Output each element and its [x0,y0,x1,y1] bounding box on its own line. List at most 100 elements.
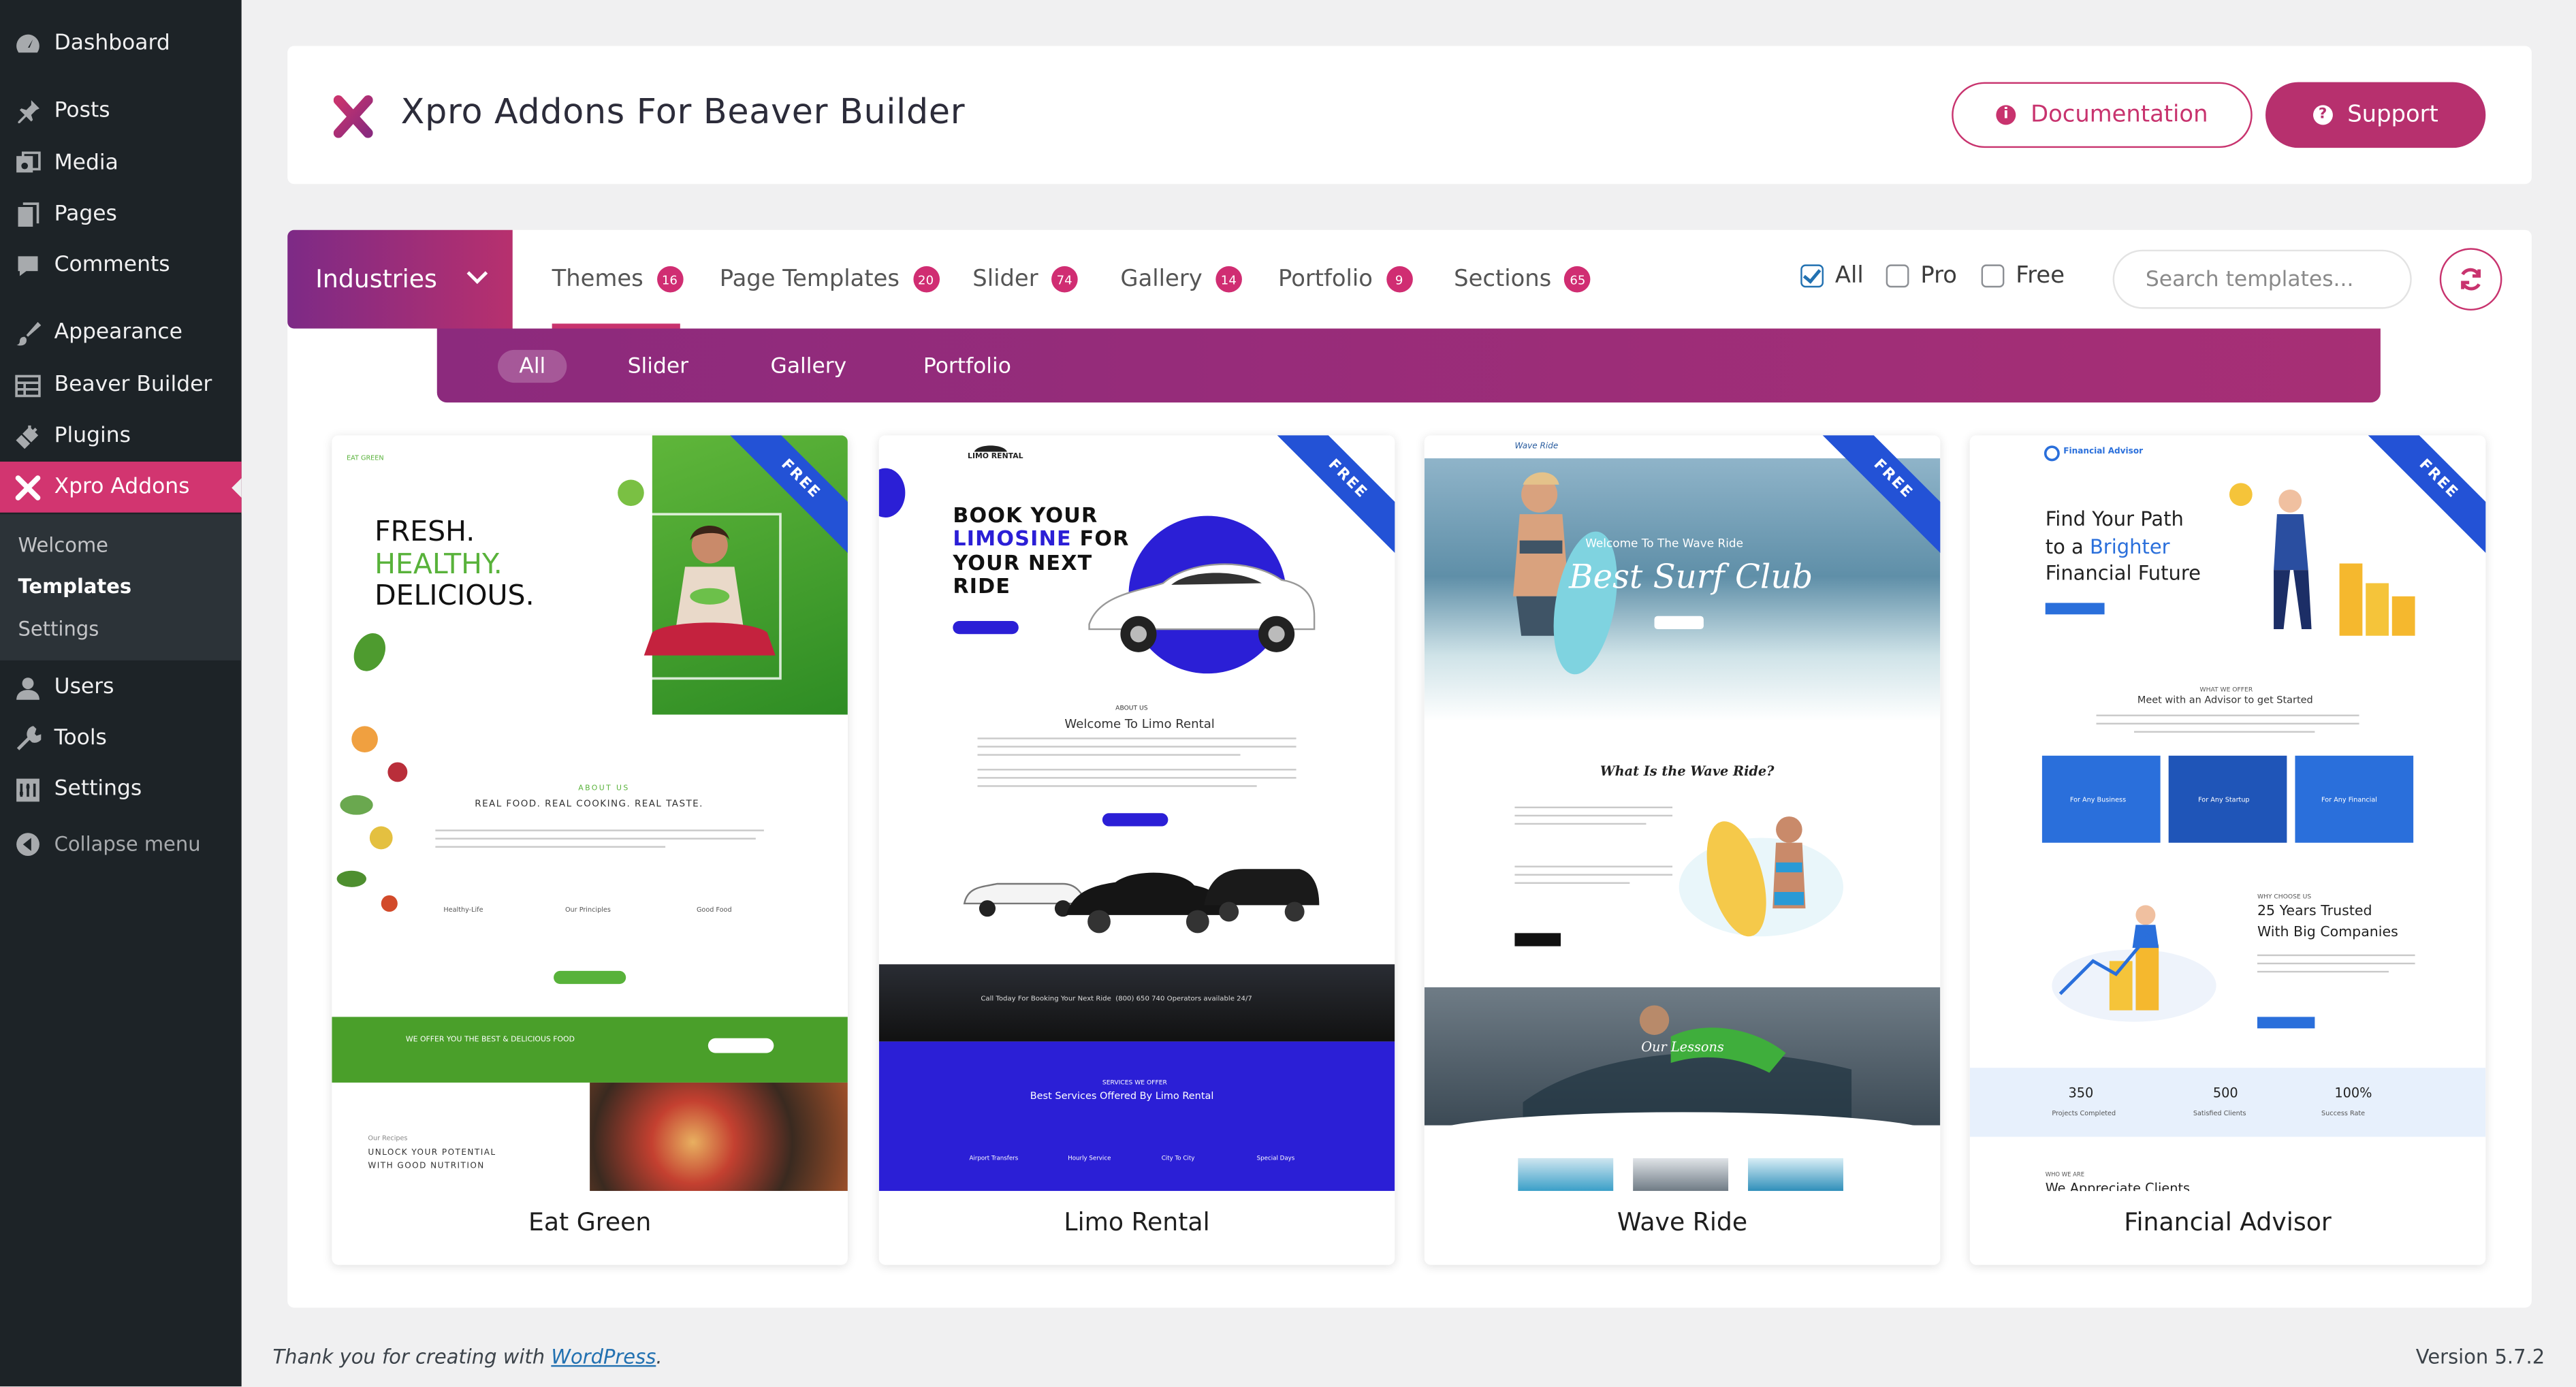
checkbox-checked-icon[interactable] [1800,264,1824,288]
collapse-menu-button[interactable]: Collapse menu [0,821,201,867]
placeholder-text-line [2257,962,2415,965]
tab-label: Gallery [1120,266,1203,293]
placeholder-text-line [977,777,1297,779]
section-label: WHY CHOOSE US [2257,892,2312,901]
sidebar-item-users[interactable]: Users [0,662,242,713]
hero-highlight: LIMOSINE [953,526,1072,551]
filter-pro[interactable]: Pro [1886,263,1957,289]
subfilter-all[interactable]: All [498,349,567,383]
template-card-eat-green[interactable]: FRESH. HEALTHY. DELICIOUS. EAT GREEN ABO… [332,435,848,1265]
subfilter-portfolio[interactable]: Portfolio [923,350,1011,383]
tab-count-badge: 74 [1051,266,1078,293]
plugin-header: Xpro Addons For Beaver Builder i Documen… [287,46,2532,185]
section-label: WHAT WE OFFER [2199,685,2253,694]
sync-button[interactable] [2439,248,2502,310]
template-card-wave-ride[interactable]: Wave Ride Welcome To The Wave Ride Best … [1424,435,1941,1265]
search-input[interactable]: Search templates... [2112,249,2412,309]
plug-icon [15,423,42,449]
sidebar-item-label: Appearance [54,320,182,345]
stat-value: 350 [2068,1085,2094,1101]
stats-band [1969,1068,2486,1137]
subfilter-gallery[interactable]: Gallery [771,350,847,383]
tab-count-badge: 9 [1386,266,1412,293]
placeholder-text-line [1514,882,1630,884]
tab-portfolio[interactable]: Portfolio 9 [1278,263,1412,296]
service-box-label: For Any Business [2069,795,2127,803]
sidebar-item-label: Settings [54,777,142,802]
sidebar-item-comments[interactable]: Comments [0,240,242,291]
lesson-thumb [1748,1158,1843,1192]
sidebar-item-beaver-builder[interactable]: Beaver Builder [0,360,242,411]
media-icon [15,150,42,177]
industries-dropdown[interactable]: Industries [287,229,513,329]
subfilter-slider[interactable]: Slider [628,350,688,383]
sidebar-item-pages[interactable]: Pages [0,189,242,240]
checkbox-icon[interactable] [1886,264,1909,288]
tab-themes[interactable]: Themes 16 [552,263,683,296]
learn-more-button [1654,616,1704,630]
placeholder-text-line [435,838,756,840]
tab-sections[interactable]: Sections 65 [1454,263,1591,296]
sidebar-item-label: Xpro Addons [54,475,190,500]
sidebar-item-label: Tools [54,726,107,751]
sidebar-item-label: Dashboard [54,31,170,57]
tab-slider[interactable]: Slider 74 [972,263,1078,296]
sidebar-item-label: Comments [54,253,170,278]
sidebar-item-dashboard[interactable]: Dashboard [0,18,242,69]
call-text: Call Today For Booking Your Next Ride (8… [981,994,1252,1002]
trust-heading: 25 Years Trusted With Big Companies [2257,902,2398,943]
subcategory-bar: All Slider Gallery Portfolio [436,328,2381,403]
hero-heading: Find Your Path to a Brighter Financial F… [2046,506,2201,587]
checkbox-icon[interactable] [1981,264,2005,288]
template-card-financial-advisor[interactable]: Financial Advisor Find Your Path to a Br… [1969,435,2486,1265]
white-car-illustration [1088,515,1316,674]
wrench-icon [15,725,42,752]
recipes-heading: UNLOCK YOUR POTENTIAL [368,1148,496,1158]
sidebar-item-tools[interactable]: Tools [0,713,242,764]
footer-thanks: Thank you for creating with WordPress. [272,1345,662,1369]
service-label: Special Days [1256,1155,1295,1162]
section-label: ABOUT US [1115,703,1148,712]
limo-logo-icon [974,445,1007,452]
placeholder-text-line [977,746,1297,748]
help-icon: ? [2312,105,2333,125]
placeholder-text-line [2134,731,2315,733]
filter-free[interactable]: Free [1981,263,2065,289]
sidebar-item-posts[interactable]: Posts [0,85,242,136]
service-label: City To City [1161,1155,1195,1162]
sidebar-item-plugins[interactable]: Plugins [0,411,242,462]
page-title: Xpro Addons For Beaver Builder [400,92,966,132]
template-card-limo-rental[interactable]: LIMO RENTAL BOOK YOUR LIMOSINE FOR YOUR … [878,435,1395,1265]
success-growth-illustration [2052,905,2216,1022]
support-button[interactable]: ? Support [2265,82,2486,148]
sidebar-item-xpro-addons[interactable]: Xpro Addons [0,461,242,513]
filter-all[interactable]: All [1800,263,1864,289]
sidebar-item-label: Pages [54,202,117,227]
wordpress-link[interactable]: WordPress [551,1345,656,1369]
brand-logo-text: Financial Advisor [2063,447,2144,457]
sidebar-item-label: Users [54,675,114,700]
documentation-button[interactable]: i Documentation [1952,82,2253,148]
sidebar-item-appearance[interactable]: Appearance [0,307,242,358]
sidebar-item-settings[interactable]: Settings [0,764,242,815]
brand-logo-text: LIMO RENTAL [968,453,1023,462]
search-placeholder: Search templates... [2145,267,2354,292]
stat-value: 500 [2212,1085,2238,1101]
stat-label: Satisfied Clients [2193,1109,2246,1117]
section-heading: REAL FOOD. REAL COOKING. REAL TASTE. [475,799,703,810]
xpro-submenu: Welcome Templates Settings [0,514,242,660]
template-preview: Financial Advisor Find Your Path to a Br… [1969,435,2486,1192]
placeholder-text-line [435,829,764,831]
submenu-welcome[interactable]: Welcome [18,534,108,557]
submenu-settings[interactable]: Settings [18,618,99,641]
tab-page-templates[interactable]: Page Templates 20 [720,263,939,296]
sidebar-item-media[interactable]: Media [0,138,242,189]
lesson-thumb [1633,1158,1729,1192]
tab-gallery[interactable]: Gallery 14 [1120,263,1242,296]
food-bowl-photo [590,1082,848,1192]
hero-highlight: Brighter [2089,535,2170,558]
xpro-logo-icon [333,95,373,138]
submenu-templates[interactable]: Templates [18,575,132,598]
placeholder-text-line [435,846,666,848]
placeholder-text-line [977,785,1257,787]
